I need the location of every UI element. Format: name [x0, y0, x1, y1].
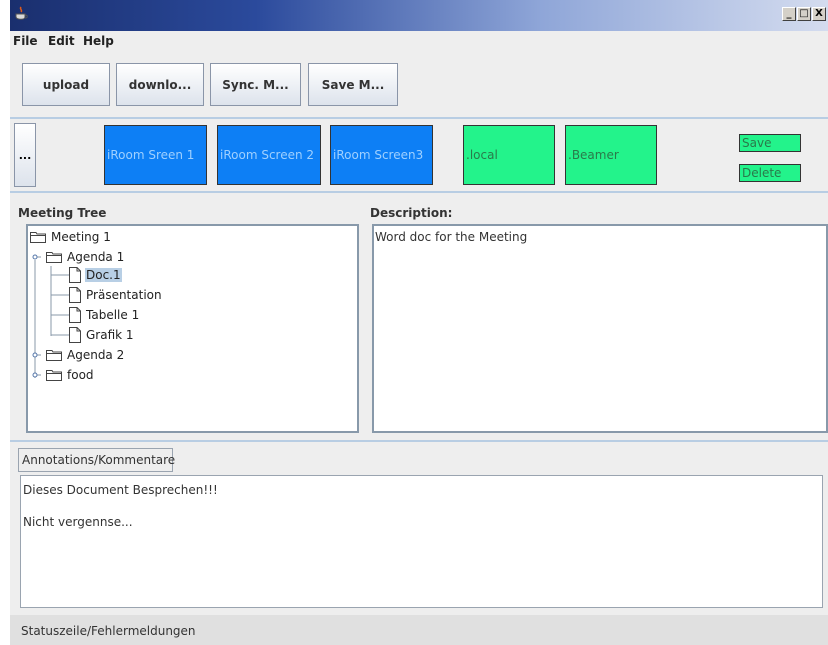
annotation-line [23, 498, 822, 514]
meeting-tree-title: Meeting Tree [18, 206, 107, 220]
more-button[interactable]: ... [14, 123, 36, 187]
download-button[interactable]: downlo... [116, 63, 204, 106]
separator [10, 191, 828, 193]
local-tile[interactable]: .local [463, 125, 555, 185]
tree-node-label: Tabelle 1 [86, 308, 140, 322]
document-icon [69, 267, 81, 283]
description-text: Word doc for the Meeting [375, 230, 528, 244]
minimize-button[interactable]: _ [782, 7, 796, 21]
folder-icon [46, 252, 62, 263]
document-icon [69, 327, 81, 343]
folder-icon [46, 370, 62, 381]
tree-node-doc-1[interactable]: Doc.1 [69, 266, 122, 284]
tree-node-tabelle-1[interactable]: Tabelle 1 [69, 306, 140, 324]
tree-node-praesentation[interactable]: Präsentation [69, 286, 163, 304]
save-meeting-button[interactable]: Save M... [308, 63, 398, 106]
screen-tile-1[interactable]: iRoom Sreen 1 [104, 125, 207, 185]
annotations-tab[interactable]: Annotations/Kommentare [18, 448, 175, 472]
menu-file[interactable]: File [13, 34, 38, 48]
tree-node-grafik-1[interactable]: Grafik 1 [69, 326, 135, 344]
document-icon [69, 307, 81, 323]
status-bar: Statuszeile/Fehlermeldungen [10, 615, 828, 645]
menu-help[interactable]: Help [83, 34, 114, 48]
maximize-button[interactable]: □ [797, 7, 811, 21]
tree-node-label: Doc.1 [85, 268, 122, 282]
toolbar: upload downlo... Sync. M... Save M... [10, 51, 828, 117]
tree-node-label: Grafik 1 [86, 328, 134, 342]
sync-meeting-button[interactable]: Sync. M... [210, 63, 301, 106]
save-screen-button[interactable]: Save [739, 134, 801, 152]
menu-edit[interactable]: Edit [48, 34, 75, 48]
title-bar[interactable]: _ □ X [10, 0, 828, 31]
annotation-line: Nicht vergennse... [23, 515, 133, 529]
description-textarea[interactable]: Word doc for the Meeting [372, 224, 828, 433]
folder-icon [30, 232, 46, 243]
screen-tile-3[interactable]: iRoom Screen3 [330, 125, 433, 185]
meeting-tree[interactable]: Meeting 1 Agenda 1 Doc.1 Präsentation Ta… [26, 224, 359, 433]
menu-bar: File Edit Help [10, 31, 828, 51]
folder-icon [46, 350, 62, 361]
screen-tile-2[interactable]: iRoom Screen 2 [217, 125, 321, 185]
tree-node-meeting-1[interactable]: Meeting 1 [30, 228, 112, 246]
description-title: Description: [370, 206, 453, 220]
beamer-tile[interactable]: .Beamer [565, 125, 657, 185]
upload-button[interactable]: upload [22, 63, 110, 106]
delete-screen-button[interactable]: Delete [739, 164, 801, 182]
java-cup-icon [15, 6, 28, 20]
tree-node-label: Meeting 1 [51, 230, 111, 244]
close-button[interactable]: X [812, 7, 826, 21]
tree-node-agenda-2[interactable]: Agenda 2 [46, 346, 125, 364]
screens-panel: ... iRoom Sreen 1 iRoom Screen 2 iRoom S… [10, 119, 828, 192]
document-icon [69, 287, 81, 303]
annotation-line: Dieses Document Besprechen!!! [23, 483, 218, 497]
tree-node-label: Agenda 1 [67, 250, 125, 264]
separator [10, 440, 828, 442]
tree-node-label: Agenda 2 [67, 348, 125, 362]
application-window: _ □ X File Edit Help upload downlo... Sy… [10, 0, 828, 645]
tree-node-food[interactable]: food [46, 366, 95, 384]
annotations-textarea[interactable]: Dieses Document Besprechen!!! Nicht verg… [20, 475, 823, 608]
tree-node-agenda-1[interactable]: Agenda 1 [46, 248, 125, 266]
tree-node-label: food [67, 368, 94, 382]
tree-node-label: Präsentation [86, 288, 162, 302]
